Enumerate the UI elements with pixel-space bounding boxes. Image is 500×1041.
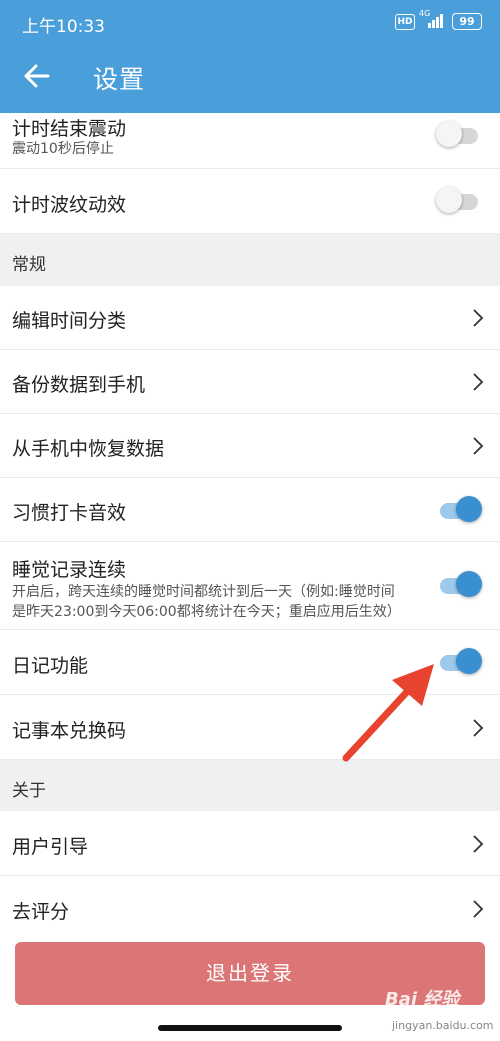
status-bar: 上午10:33 HD 4G 99 xyxy=(0,0,500,44)
chevron-right-icon xyxy=(473,835,484,853)
setting-timer-ripple[interactable]: 计时波纹动效 xyxy=(0,169,500,234)
setting-restore[interactable]: 从手机中恢复数据 xyxy=(0,414,500,478)
setting-label: 从手机中恢复数据 xyxy=(12,438,165,460)
habit-sound-toggle[interactable] xyxy=(436,496,484,524)
chevron-right-icon xyxy=(473,719,484,737)
chevron-right-icon xyxy=(473,373,484,391)
page-title: 设置 xyxy=(93,65,146,94)
setting-description-line1: 开启后，跨天连续的睡觉时间都统计到后一天（例如:睡觉时间 xyxy=(12,584,395,600)
status-time: 上午10:33 xyxy=(22,17,105,37)
setting-timer-vibrate[interactable]: 计时结束震动 震动10秒后停止 xyxy=(0,113,500,169)
chevron-right-icon xyxy=(473,309,484,327)
toggle-knob xyxy=(436,121,462,147)
watermark-url: jingyan.baidu.com xyxy=(392,1019,494,1032)
setting-label: 记事本兑换码 xyxy=(12,720,127,742)
setting-habit-sound[interactable]: 习惯打卡音效 xyxy=(0,478,500,542)
toggle-knob xyxy=(456,648,482,674)
setting-label: 用户引导 xyxy=(12,836,89,858)
section-header: 关于 xyxy=(12,781,46,801)
setting-label: 习惯打卡音效 xyxy=(12,502,127,524)
setting-user-guide[interactable]: 用户引导 xyxy=(0,811,500,876)
setting-backup[interactable]: 备份数据到手机 xyxy=(0,350,500,414)
setting-label: 日记功能 xyxy=(12,655,89,677)
setting-description: 震动10秒后停止 xyxy=(12,141,114,157)
arrow-left-icon[interactable] xyxy=(22,58,52,94)
toggle-knob xyxy=(436,187,462,213)
app-header: 上午10:33 HD 4G 99 设置 xyxy=(0,0,500,113)
setting-label: 计时结束震动 xyxy=(12,118,127,140)
ripple-toggle[interactable] xyxy=(436,187,484,215)
setting-label: 去评分 xyxy=(12,901,70,923)
annotation-arrow-icon xyxy=(342,664,434,762)
toggle-knob xyxy=(456,571,482,597)
section-about: 关于 xyxy=(0,760,500,811)
hd-icon: HD xyxy=(395,14,415,30)
setting-edit-categories[interactable]: 编辑时间分类 xyxy=(0,286,500,350)
setting-label: 睡觉记录连续 xyxy=(12,559,127,581)
setting-label: 计时波纹动效 xyxy=(12,194,127,216)
setting-label: 编辑时间分类 xyxy=(12,310,127,332)
home-indicator[interactable] xyxy=(158,1025,342,1031)
section-general: 常规 xyxy=(0,234,500,286)
section-header: 常规 xyxy=(12,255,46,275)
chevron-right-icon xyxy=(473,900,484,918)
watermark-logo: Bai 经验 xyxy=(385,989,460,1010)
vibrate-toggle[interactable] xyxy=(436,121,484,149)
chevron-right-icon xyxy=(473,437,484,455)
toggle-knob xyxy=(456,496,482,522)
setting-sleep-continuous[interactable]: 睡觉记录连续 开启后，跨天连续的睡觉时间都统计到后一天（例如:睡觉时间 是昨天2… xyxy=(0,542,500,630)
signal-icon xyxy=(428,14,444,28)
battery-icon: 99 xyxy=(452,13,482,30)
setting-label: 备份数据到手机 xyxy=(12,374,146,396)
sleep-continuous-toggle[interactable] xyxy=(436,571,484,599)
setting-description-line2: 是昨天23:00到今天06:00都将统计在今天；重启应用后生效） xyxy=(12,604,401,620)
